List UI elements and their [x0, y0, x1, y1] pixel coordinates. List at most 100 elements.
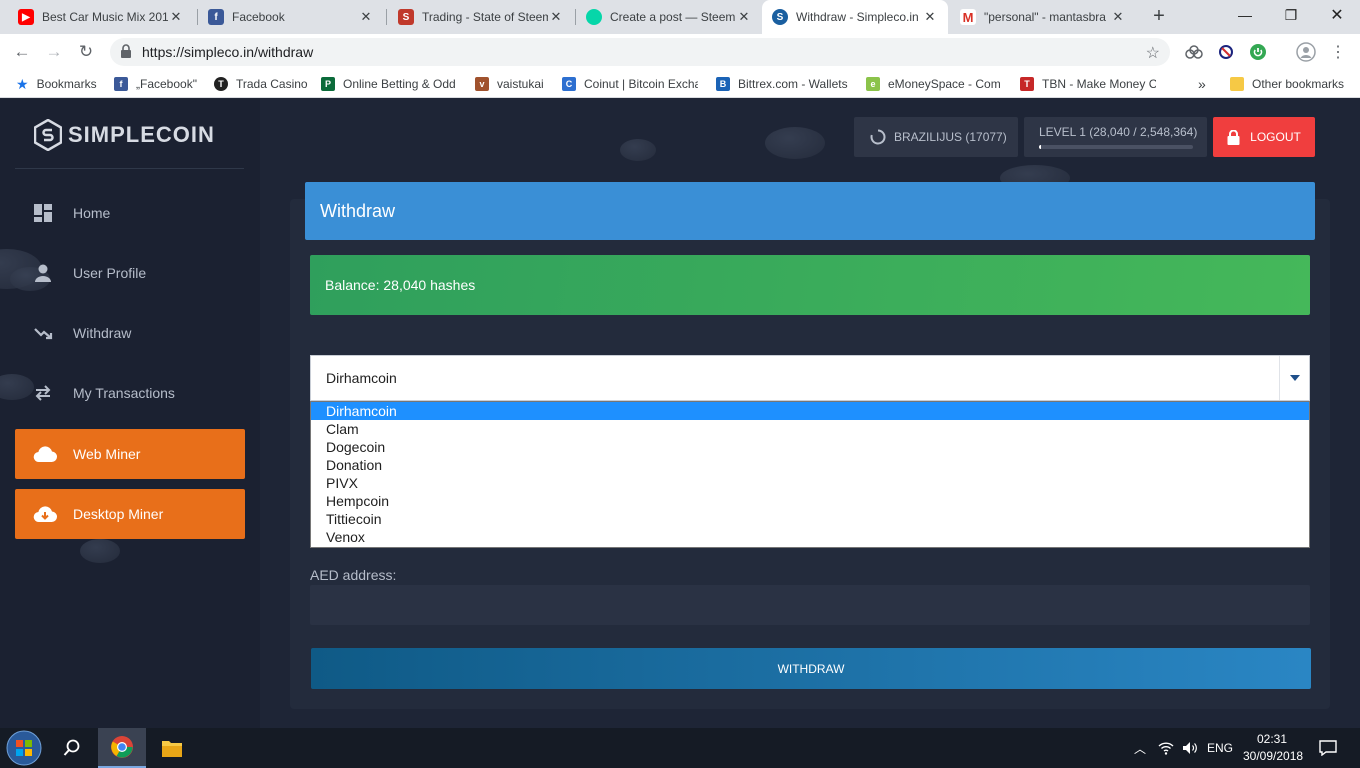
search-icon[interactable]	[50, 728, 94, 768]
tbn-icon: T	[1020, 77, 1034, 91]
bookmark-label: Bittrex.com - Wallets	[738, 77, 848, 91]
tab-steemit-post[interactable]: Create a post — Steem ✕	[576, 0, 762, 34]
bookmark-coinut[interactable]: C Coinut | Bitcoin Excha	[562, 75, 698, 93]
coin-option-hempcoin[interactable]: Hempcoin	[311, 492, 1309, 510]
withdraw-button[interactable]: WITHDRAW	[311, 648, 1311, 689]
extension-power-icon[interactable]	[1248, 42, 1268, 62]
coin-option-pivx[interactable]: PIVX	[311, 474, 1309, 492]
level-progress-fill	[1039, 145, 1041, 149]
facebook-icon: f	[208, 9, 224, 25]
menu-dots-icon[interactable]: ⋮	[1328, 42, 1348, 62]
logo-text: SIMPLECOIN	[68, 122, 215, 147]
minimize-button[interactable]: —	[1222, 0, 1268, 30]
coin-select[interactable]: Dirhamcoin	[310, 355, 1310, 401]
volume-icon[interactable]	[1180, 728, 1200, 768]
taskbar-chrome[interactable]	[98, 728, 146, 768]
taskbar-file-explorer[interactable]	[148, 728, 196, 768]
tab-facebook[interactable]: f Facebook ✕	[198, 0, 384, 34]
notification-icon[interactable]	[1316, 728, 1340, 768]
logout-label: LOGOUT	[1250, 130, 1301, 144]
steemit-icon	[586, 9, 602, 25]
simplecoin-logo-icon	[34, 119, 62, 151]
level-badge: LEVEL 1 (28,040 / 2,548,364)	[1024, 117, 1207, 157]
chevron-down-icon[interactable]	[1279, 356, 1309, 400]
folder-icon	[162, 741, 182, 757]
withdraw-title: Withdraw	[305, 182, 1315, 240]
forward-button[interactable]: →	[42, 40, 66, 64]
user-badge[interactable]: BRAZILIJUS (17077)	[854, 117, 1018, 157]
sidebar-item-web-miner[interactable]: Web Miner	[15, 429, 245, 479]
close-icon[interactable]: ✕	[548, 9, 564, 25]
close-window-button[interactable]: ✕	[1314, 0, 1360, 30]
bookmark-bookmarks[interactable]: ★ Bookmarks	[16, 75, 97, 93]
extension-cloud-icon[interactable]	[1184, 42, 1204, 62]
language-indicator[interactable]: ENG	[1207, 741, 1233, 755]
sidebar-item-user-profile[interactable]: User Profile	[15, 248, 245, 298]
bookmark-online-betting[interactable]: P Online Betting & Odd	[321, 75, 457, 93]
coin-option-dogecoin[interactable]: Dogecoin	[311, 438, 1309, 456]
reload-button[interactable]: ↻	[74, 40, 98, 64]
sidebar-item-label: My Transactions	[73, 385, 175, 401]
bookmark-tbn[interactable]: T TBN - Make Money C	[1020, 75, 1156, 93]
user-name: BRAZILIJUS (17077)	[894, 130, 1007, 144]
new-tab-button[interactable]: +	[1148, 5, 1170, 27]
bookmark-other-bookmarks[interactable]: Other bookmarks	[1230, 75, 1344, 93]
tab-title: Trading - State of Steem	[422, 10, 548, 24]
clock-time[interactable]: 02:31	[1257, 732, 1287, 746]
sidebar-item-my-transactions[interactable]: My Transactions	[15, 368, 245, 418]
sidebar-item-label: Withdraw	[73, 325, 132, 341]
tab-steem-trading[interactable]: S Trading - State of Steem ✕	[388, 0, 574, 34]
emoneyspace-icon: e	[866, 77, 880, 91]
vaistukai-icon: v	[475, 77, 489, 91]
bookmark-label: Trada Casino	[236, 77, 308, 91]
gmail-icon: M	[960, 9, 976, 25]
tab-youtube[interactable]: ▶ Best Car Music Mix 201 ✕	[8, 0, 194, 34]
close-icon[interactable]: ✕	[736, 9, 752, 25]
bookmark-emoneyspace[interactable]: e eMoneySpace - Com	[866, 75, 1000, 93]
coin-option-venox[interactable]: Venox	[311, 528, 1309, 546]
steem-icon: S	[398, 9, 414, 25]
bookmark-bittrex[interactable]: B Bittrex.com - Wallets	[716, 75, 848, 93]
close-icon[interactable]: ✕	[168, 9, 184, 25]
address-bar[interactable]: https://simpleco.in/withdraw ☆	[110, 38, 1170, 66]
user-icon	[15, 263, 73, 283]
logout-button[interactable]: LOGOUT	[1213, 117, 1315, 157]
simplecoin-logo[interactable]: SIMPLECOIN	[34, 117, 215, 153]
restore-button[interactable]: ❐	[1268, 0, 1314, 30]
close-icon[interactable]: ✕	[1110, 9, 1126, 25]
coin-option-tittiecoin[interactable]: Tittiecoin	[311, 510, 1309, 528]
bookmark-label: TBN - Make Money C	[1042, 77, 1156, 91]
folder-icon	[1230, 77, 1244, 91]
tab-title: Create a post — Steem	[610, 10, 736, 24]
wifi-icon[interactable]	[1156, 728, 1176, 768]
coin-option-dirhamcoin[interactable]: Dirhamcoin	[311, 402, 1309, 420]
youtube-icon: ▶	[18, 9, 34, 25]
back-button[interactable]: ←	[10, 40, 34, 64]
address-input[interactable]	[310, 585, 1310, 625]
close-icon[interactable]: ✕	[358, 9, 374, 25]
bookmark-star-icon[interactable]: ☆	[1146, 43, 1160, 63]
tray-chevron-up-icon[interactable]: ︿	[1130, 728, 1150, 768]
clock-date[interactable]: 30/09/2018	[1243, 749, 1303, 763]
tab-title: "personal" - mantasbra	[984, 10, 1106, 24]
extension-block-icon[interactable]	[1216, 42, 1236, 62]
bookmark-vaistukai[interactable]: v vaistukai	[475, 75, 544, 93]
sidebar-item-home[interactable]: Home	[15, 188, 245, 238]
bookmark-facebook[interactable]: f „Facebook"	[114, 75, 197, 93]
bookmarks-overflow-chevron[interactable]: »	[1198, 75, 1206, 93]
sidebar-item-desktop-miner[interactable]: Desktop Miner	[15, 489, 245, 539]
sidebar-item-withdraw[interactable]: Withdraw	[15, 308, 245, 358]
sidebar-item-label: Home	[73, 205, 111, 221]
bookmark-trada-casino[interactable]: T Trada Casino	[214, 75, 308, 93]
coin-option-clam[interactable]: Clam	[311, 420, 1309, 438]
tab-title: Best Car Music Mix 201	[42, 10, 168, 24]
start-button[interactable]	[0, 728, 48, 768]
bookmark-label: Online Betting & Odd	[343, 77, 456, 91]
coin-option-donation[interactable]: Donation	[311, 456, 1309, 474]
tab-simplecoin-withdraw[interactable]: S Withdraw - Simpleco.in ✕	[762, 0, 948, 34]
profile-avatar[interactable]	[1296, 42, 1316, 62]
facebook-icon: f	[114, 77, 128, 91]
close-icon[interactable]: ✕	[922, 9, 938, 25]
tab-gmail[interactable]: M "personal" - mantasbra ✕	[950, 0, 1136, 34]
star-icon: ★	[16, 75, 29, 92]
